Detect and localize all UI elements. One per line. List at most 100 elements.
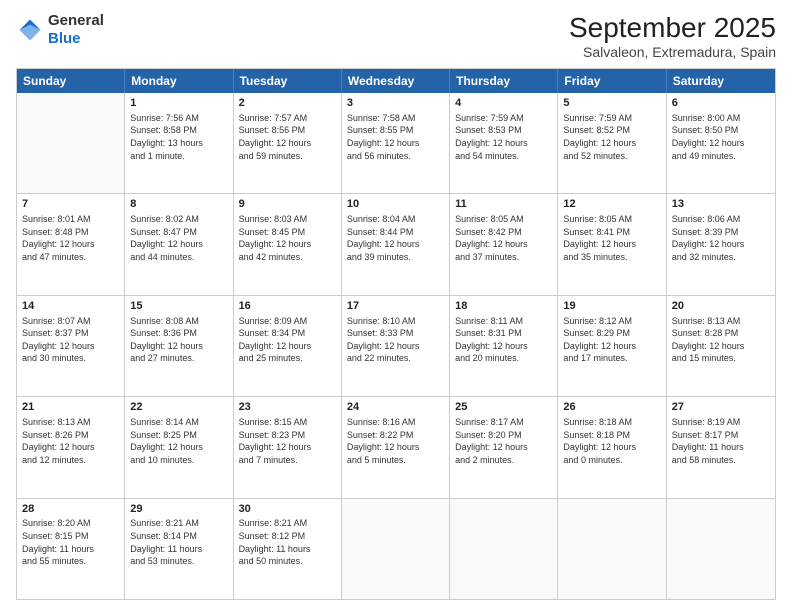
day-content: Sunrise: 8:13 AM Sunset: 8:28 PM Dayligh…	[672, 315, 770, 365]
logo-icon	[16, 16, 44, 44]
day-content: Sunrise: 8:18 AM Sunset: 8:18 PM Dayligh…	[563, 416, 660, 466]
day-content: Sunrise: 8:08 AM Sunset: 8:36 PM Dayligh…	[130, 315, 227, 365]
day-content: Sunrise: 7:57 AM Sunset: 8:56 PM Dayligh…	[239, 112, 336, 162]
day-content: Sunrise: 8:17 AM Sunset: 8:20 PM Dayligh…	[455, 416, 552, 466]
day-content: Sunrise: 8:00 AM Sunset: 8:50 PM Dayligh…	[672, 112, 770, 162]
week-row-1: 1Sunrise: 7:56 AM Sunset: 8:58 PM Daylig…	[17, 93, 775, 194]
day-number: 26	[563, 400, 660, 415]
calendar: SundayMondayTuesdayWednesdayThursdayFrid…	[16, 68, 776, 600]
cal-cell: 10Sunrise: 8:04 AM Sunset: 8:44 PM Dayli…	[342, 194, 450, 294]
day-content: Sunrise: 7:59 AM Sunset: 8:52 PM Dayligh…	[563, 112, 660, 162]
cal-cell: 24Sunrise: 8:16 AM Sunset: 8:22 PM Dayli…	[342, 397, 450, 497]
cal-cell: 29Sunrise: 8:21 AM Sunset: 8:14 PM Dayli…	[125, 499, 233, 599]
day-number: 3	[347, 96, 444, 111]
week-row-4: 21Sunrise: 8:13 AM Sunset: 8:26 PM Dayli…	[17, 397, 775, 498]
day-number: 25	[455, 400, 552, 415]
day-number: 21	[22, 400, 119, 415]
day-content: Sunrise: 8:10 AM Sunset: 8:33 PM Dayligh…	[347, 315, 444, 365]
cal-cell: 20Sunrise: 8:13 AM Sunset: 8:28 PM Dayli…	[667, 296, 775, 396]
header-day-saturday: Saturday	[667, 69, 775, 93]
day-content: Sunrise: 8:20 AM Sunset: 8:15 PM Dayligh…	[22, 517, 119, 567]
logo-general: General	[48, 12, 104, 30]
cal-cell: 22Sunrise: 8:14 AM Sunset: 8:25 PM Dayli…	[125, 397, 233, 497]
day-number: 22	[130, 400, 227, 415]
cal-cell: 7Sunrise: 8:01 AM Sunset: 8:48 PM Daylig…	[17, 194, 125, 294]
day-number: 17	[347, 299, 444, 314]
cal-cell: 5Sunrise: 7:59 AM Sunset: 8:52 PM Daylig…	[558, 93, 666, 193]
cal-cell	[558, 499, 666, 599]
day-number: 16	[239, 299, 336, 314]
cal-cell: 13Sunrise: 8:06 AM Sunset: 8:39 PM Dayli…	[667, 194, 775, 294]
cal-cell: 21Sunrise: 8:13 AM Sunset: 8:26 PM Dayli…	[17, 397, 125, 497]
cal-cell: 4Sunrise: 7:59 AM Sunset: 8:53 PM Daylig…	[450, 93, 558, 193]
cal-cell: 17Sunrise: 8:10 AM Sunset: 8:33 PM Dayli…	[342, 296, 450, 396]
day-number: 19	[563, 299, 660, 314]
title-block: September 2025 Salvaleon, Extremadura, S…	[569, 12, 776, 60]
cal-cell: 28Sunrise: 8:20 AM Sunset: 8:15 PM Dayli…	[17, 499, 125, 599]
logo-blue: Blue	[48, 30, 104, 48]
day-number: 13	[672, 197, 770, 212]
month-title: September 2025	[569, 12, 776, 44]
day-content: Sunrise: 8:21 AM Sunset: 8:12 PM Dayligh…	[239, 517, 336, 567]
calendar-body: 1Sunrise: 7:56 AM Sunset: 8:58 PM Daylig…	[17, 93, 775, 599]
day-number: 7	[22, 197, 119, 212]
day-number: 5	[563, 96, 660, 111]
day-content: Sunrise: 8:19 AM Sunset: 8:17 PM Dayligh…	[672, 416, 770, 466]
cal-cell	[17, 93, 125, 193]
cal-cell: 2Sunrise: 7:57 AM Sunset: 8:56 PM Daylig…	[234, 93, 342, 193]
day-content: Sunrise: 7:58 AM Sunset: 8:55 PM Dayligh…	[347, 112, 444, 162]
day-number: 1	[130, 96, 227, 111]
cal-cell: 19Sunrise: 8:12 AM Sunset: 8:29 PM Dayli…	[558, 296, 666, 396]
day-content: Sunrise: 8:13 AM Sunset: 8:26 PM Dayligh…	[22, 416, 119, 466]
cal-cell	[342, 499, 450, 599]
day-content: Sunrise: 8:04 AM Sunset: 8:44 PM Dayligh…	[347, 213, 444, 263]
day-number: 18	[455, 299, 552, 314]
day-number: 6	[672, 96, 770, 111]
day-content: Sunrise: 8:05 AM Sunset: 8:41 PM Dayligh…	[563, 213, 660, 263]
week-row-3: 14Sunrise: 8:07 AM Sunset: 8:37 PM Dayli…	[17, 296, 775, 397]
header-day-tuesday: Tuesday	[234, 69, 342, 93]
cal-cell: 11Sunrise: 8:05 AM Sunset: 8:42 PM Dayli…	[450, 194, 558, 294]
day-content: Sunrise: 7:56 AM Sunset: 8:58 PM Dayligh…	[130, 112, 227, 162]
day-content: Sunrise: 8:07 AM Sunset: 8:37 PM Dayligh…	[22, 315, 119, 365]
cal-cell: 27Sunrise: 8:19 AM Sunset: 8:17 PM Dayli…	[667, 397, 775, 497]
day-number: 23	[239, 400, 336, 415]
header-day-friday: Friday	[558, 69, 666, 93]
day-content: Sunrise: 8:06 AM Sunset: 8:39 PM Dayligh…	[672, 213, 770, 263]
cal-cell: 16Sunrise: 8:09 AM Sunset: 8:34 PM Dayli…	[234, 296, 342, 396]
day-content: Sunrise: 8:12 AM Sunset: 8:29 PM Dayligh…	[563, 315, 660, 365]
day-number: 9	[239, 197, 336, 212]
day-number: 27	[672, 400, 770, 415]
day-content: Sunrise: 8:02 AM Sunset: 8:47 PM Dayligh…	[130, 213, 227, 263]
header-day-wednesday: Wednesday	[342, 69, 450, 93]
cal-cell: 9Sunrise: 8:03 AM Sunset: 8:45 PM Daylig…	[234, 194, 342, 294]
day-number: 10	[347, 197, 444, 212]
cal-cell: 3Sunrise: 7:58 AM Sunset: 8:55 PM Daylig…	[342, 93, 450, 193]
day-content: Sunrise: 8:03 AM Sunset: 8:45 PM Dayligh…	[239, 213, 336, 263]
cal-cell: 25Sunrise: 8:17 AM Sunset: 8:20 PM Dayli…	[450, 397, 558, 497]
logo: General Blue	[16, 12, 104, 48]
cal-cell	[450, 499, 558, 599]
cal-cell: 14Sunrise: 8:07 AM Sunset: 8:37 PM Dayli…	[17, 296, 125, 396]
day-content: Sunrise: 8:15 AM Sunset: 8:23 PM Dayligh…	[239, 416, 336, 466]
day-number: 8	[130, 197, 227, 212]
page: General Blue September 2025 Salvaleon, E…	[0, 0, 792, 612]
day-number: 4	[455, 96, 552, 111]
location-subtitle: Salvaleon, Extremadura, Spain	[569, 44, 776, 60]
day-number: 2	[239, 96, 336, 111]
cal-cell	[667, 499, 775, 599]
header-day-monday: Monday	[125, 69, 233, 93]
cal-cell: 1Sunrise: 7:56 AM Sunset: 8:58 PM Daylig…	[125, 93, 233, 193]
header: General Blue September 2025 Salvaleon, E…	[16, 12, 776, 60]
day-number: 24	[347, 400, 444, 415]
calendar-header: SundayMondayTuesdayWednesdayThursdayFrid…	[17, 69, 775, 93]
cal-cell: 6Sunrise: 8:00 AM Sunset: 8:50 PM Daylig…	[667, 93, 775, 193]
day-content: Sunrise: 8:21 AM Sunset: 8:14 PM Dayligh…	[130, 517, 227, 567]
cal-cell: 26Sunrise: 8:18 AM Sunset: 8:18 PM Dayli…	[558, 397, 666, 497]
cal-cell: 18Sunrise: 8:11 AM Sunset: 8:31 PM Dayli…	[450, 296, 558, 396]
day-number: 30	[239, 502, 336, 517]
day-content: Sunrise: 8:09 AM Sunset: 8:34 PM Dayligh…	[239, 315, 336, 365]
header-day-sunday: Sunday	[17, 69, 125, 93]
header-day-thursday: Thursday	[450, 69, 558, 93]
week-row-2: 7Sunrise: 8:01 AM Sunset: 8:48 PM Daylig…	[17, 194, 775, 295]
